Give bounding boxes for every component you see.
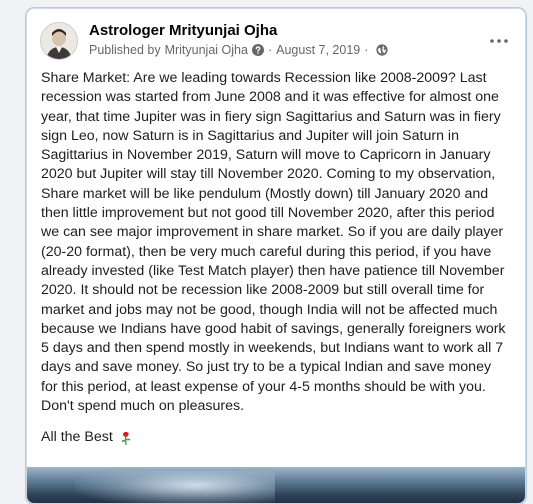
post-date[interactable]: August 7, 2019: [276, 43, 360, 57]
ellipsis-icon: [490, 39, 508, 43]
meta-separator: ·: [267, 43, 273, 57]
post-signoff: All the Best: [41, 428, 509, 447]
post-text: Share Market: Are we leading towards Rec…: [41, 70, 506, 415]
post-header: Astrologer Mrityunjai Ojha Published by …: [39, 21, 513, 61]
globe-icon[interactable]: [376, 44, 389, 56]
rose-icon: [118, 430, 134, 446]
avatar[interactable]: [40, 22, 78, 60]
published-by-prefix: Published by: [89, 43, 161, 57]
meta-separator-2: ·: [364, 43, 369, 57]
post-card: Astrologer Mrityunjai Ojha Published by …: [26, 8, 526, 504]
author-name[interactable]: Astrologer Mrityunjai Ojha: [89, 22, 277, 39]
more-options-button[interactable]: [485, 27, 513, 55]
question-icon[interactable]: [251, 44, 264, 56]
post-image[interactable]: [27, 467, 525, 503]
post-meta: Published by Mrityunjai Ojha · August 7,…: [89, 43, 389, 57]
publisher-name[interactable]: Mrityunjai Ojha: [165, 43, 248, 57]
signoff-text: All the Best: [41, 429, 113, 446]
image-highlight: [75, 471, 275, 503]
post-body: Share Market: Are we leading towards Rec…: [41, 69, 509, 448]
